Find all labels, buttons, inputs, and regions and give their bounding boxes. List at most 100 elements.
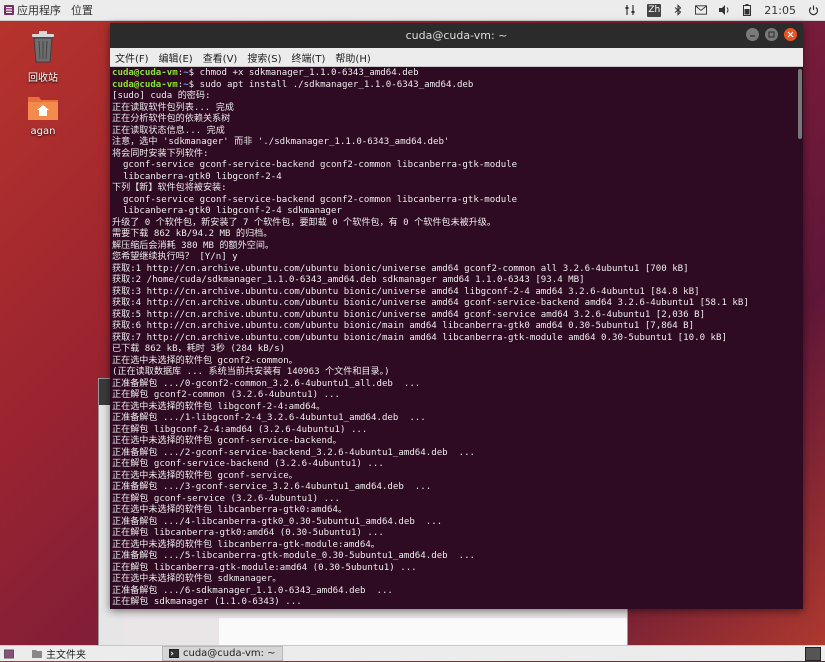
menu-help[interactable]: 帮助(H)	[330, 50, 375, 65]
terminal-icon	[169, 649, 179, 658]
prompt-line: cuda@cuda-vm:~$ sudo apt install ./sdkma…	[112, 79, 474, 90]
desktop-icon-label: 回收站	[28, 73, 58, 84]
output-line: 已下载 862 kB，耗时 3秒 (284 kB/s)	[112, 344, 286, 354]
mail-icon[interactable]	[695, 4, 708, 16]
output-line: 正准备解包 .../0-gconf2-common_3.2.6-4ubuntu1…	[112, 378, 421, 389]
terminal-titlebar[interactable]: cuda@cuda-vm: ~	[110, 23, 803, 48]
terminal-title: cuda@cuda-vm: ~	[405, 29, 508, 42]
prompt-user: cuda@cuda-vm	[112, 79, 178, 90]
output-line: 正在解包 gconf2-common (3.2.6-4ubuntu1) ...	[112, 390, 340, 400]
trash-icon	[29, 31, 57, 67]
terminal-menubar: 文件(F) 编辑(E) 查看(V) 搜索(S) 终端(T) 帮助(H)	[110, 48, 803, 67]
output-line: 正准备解包 .../1-libgconf-2-4_3.2.6-4ubuntu1_…	[112, 413, 426, 423]
workspace-switcher[interactable]	[805, 647, 821, 661]
places-menu[interactable]: 位置	[71, 2, 93, 18]
prompt-line: cuda@cuda-vm:~$ chmod +x sdkmanager_1.1.…	[112, 68, 419, 78]
output-line: 正在解包 gconf-service-backend (3.2.6-4ubunt…	[112, 459, 384, 469]
output-line: 下列【新】软件包将被安装:	[112, 183, 227, 193]
folder-icon	[32, 649, 42, 658]
system-tray: Zh 21:05	[624, 0, 819, 20]
show-desktop-icon[interactable]	[4, 649, 14, 659]
input-method-indicator[interactable]: Zh	[647, 3, 662, 17]
command-text: chmod +x sdkmanager_1.1.0-6343_amd64.deb	[199, 68, 419, 78]
output-lines: [sudo] cuda 的密码: 正在读取软件包列表... 完成 正在分析软件包的依…	[112, 91, 803, 609]
output-line: 获取:2 /home/cuda/sdkmanager_1.1.0-6343_am…	[112, 275, 585, 285]
prompt-suffix: $	[188, 68, 200, 78]
output-line: [sudo] cuda 的密码:	[112, 91, 211, 101]
window-controls	[746, 28, 797, 41]
desktop-icon-home[interactable]: agan	[13, 93, 73, 137]
bottom-taskbar: 主文件夹 cuda@cuda-vm: ~	[0, 645, 825, 661]
output-line: gconf-service gconf-service-backend gcon…	[112, 194, 518, 205]
menu-search[interactable]: 搜索(S)	[242, 50, 286, 65]
menu-file[interactable]: 文件(F)	[110, 50, 154, 65]
terminal-window[interactable]: cuda@cuda-vm: ~ 文件(F) 编辑(E) 查看(V) 搜索(S) …	[110, 23, 803, 609]
output-line: 正在选中未选择的软件包 libcanberra-gtk0:amd64。	[112, 505, 348, 515]
maximize-button[interactable]	[765, 28, 778, 41]
output-line: 正在选中未选择的软件包 libcanberra-gtk-module:amd64…	[112, 539, 380, 550]
output-line: 正在分析软件包的依赖关系树	[112, 114, 231, 124]
output-line: 正准备解包 .../4-libcanberra-gtk0_0.30-5ubunt…	[112, 516, 443, 527]
output-line: 正在选中未选择的软件包 gconf-service-backend。	[112, 436, 342, 446]
taskbar-label: 主文件夹	[46, 650, 86, 661]
command-text: sudo apt install ./sdkmanager_1.1.0-6343…	[199, 79, 474, 90]
top-panel: 应用程序 位置 Zh 21:05	[0, 0, 825, 21]
taskbar-item-home[interactable]: 主文件夹	[26, 647, 92, 661]
output-line: 获取:6 http://cn.archive.ubuntu.com/ubuntu…	[112, 321, 695, 331]
output-line: libcanberra-gtk0 libgconf-2-4	[112, 171, 282, 182]
output-line: 升级了 0 个软件包，新安装了 7 个软件包，要卸载 0 个软件包，有 0 个软…	[112, 217, 496, 228]
output-line: 正在解包 libcanberra-gtk0:amd64 (0.30-5ubunt…	[112, 528, 384, 538]
output-line: 正在解包 libgconf-2-4:amd64 (3.2.6-4ubuntu1)…	[112, 424, 368, 435]
close-icon	[787, 31, 794, 38]
applications-icon	[4, 5, 14, 15]
desktop-icon-trash[interactable]: 回收站	[13, 30, 73, 84]
output-line: 正准备解包 .../3-gconf-service_3.2.6-4ubuntu1…	[112, 482, 432, 492]
volume-icon[interactable]	[718, 4, 730, 16]
output-line: 获取:7 http://cn.archive.ubuntu.com/ubuntu…	[112, 332, 727, 343]
taskbar-label: cuda@cuda-vm: ~	[183, 648, 276, 659]
desktop-icon-label: agan	[30, 126, 56, 137]
taskbar-item-terminal[interactable]: cuda@cuda-vm: ~	[162, 646, 283, 661]
output-line: 正在选中未选择的软件包 gconf-service。	[112, 470, 298, 481]
applications-label: 应用程序	[17, 4, 61, 17]
output-line: 获取:3 http://cn.archive.ubuntu.com/ubuntu…	[112, 286, 700, 297]
battery-icon[interactable]	[741, 4, 753, 16]
output-line: 正准备解包 .../5-libcanberra-gtk-module_0.30-…	[112, 551, 476, 561]
power-icon[interactable]	[807, 4, 819, 16]
output-line: libcanberra-gtk0 libgconf-2-4 sdkmanager	[112, 206, 342, 216]
bluetooth-icon[interactable]	[672, 4, 684, 16]
output-line: 注意，选中 'sdkmanager' 而非 './sdkmanager_1.1.…	[112, 137, 450, 147]
output-line: gconf-service gconf-service-backend gcon…	[112, 160, 518, 170]
prompt-user: cuda@cuda-vm	[112, 68, 178, 78]
network-settings-icon[interactable]	[624, 4, 636, 16]
output-line: 正准备解包 .../6-sdkmanager_1.1.0-6343_amd64.…	[112, 585, 393, 596]
minimize-button[interactable]	[746, 28, 759, 41]
prompt-suffix: $	[188, 79, 200, 90]
output-line: 获取:1 http://cn.archive.ubuntu.com/ubuntu…	[112, 263, 689, 274]
output-line: 正在解包 libcanberra-gtk-module:amd64 (0.30-…	[112, 562, 417, 573]
output-line: (正在读取数据库 ... 系统当前共安装有 140963 个文件和目录。)	[112, 367, 390, 377]
output-line: 获取:4 http://cn.archive.ubuntu.com/ubuntu…	[112, 298, 749, 308]
output-line: 您希望继续执行吗？ [Y/n] y	[112, 252, 238, 262]
output-line: 正在读取软件包列表... 完成	[112, 102, 234, 113]
output-line: 正在选中未选择的软件包 sdkmanager。	[112, 574, 282, 584]
output-line: 获取:5 http://cn.archive.ubuntu.com/ubuntu…	[112, 309, 706, 320]
output-line: 正在解包 sdkmanager (1.1.0-6343) ...	[112, 597, 302, 607]
file-manager-footer	[219, 618, 627, 646]
output-line: 正在选中未选择的软件包 gconf2-common。	[112, 355, 298, 366]
output-line: 正在选中未选择的软件包 libgconf-2-4:amd64。	[112, 401, 326, 412]
menu-terminal[interactable]: 终端(T)	[287, 50, 331, 65]
menu-view[interactable]: 查看(V)	[198, 50, 243, 65]
output-line: 需要下载 862 kB/94.2 MB 的归档。	[112, 229, 273, 239]
close-button[interactable]	[784, 28, 797, 41]
terminal-output[interactable]: cuda@cuda-vm:~$ chmod +x sdkmanager_1.1.…	[110, 67, 803, 609]
output-line: 正在读取状态信息... 完成	[112, 125, 225, 136]
output-line: 正准备解包 .../2-gconf-service-backend_3.2.6-…	[112, 447, 476, 458]
applications-menu[interactable]: 应用程序	[4, 2, 61, 18]
clock[interactable]: 21:05	[764, 4, 796, 17]
output-line: 正在解包 gconf-service (3.2.6-4ubuntu1) ...	[112, 493, 340, 504]
output-line: 解压缩后会消耗 380 MB 的额外空间。	[112, 240, 275, 251]
home-folder-icon	[27, 97, 59, 124]
terminal-scrollbar[interactable]	[798, 69, 802, 139]
menu-edit[interactable]: 编辑(E)	[154, 50, 198, 65]
